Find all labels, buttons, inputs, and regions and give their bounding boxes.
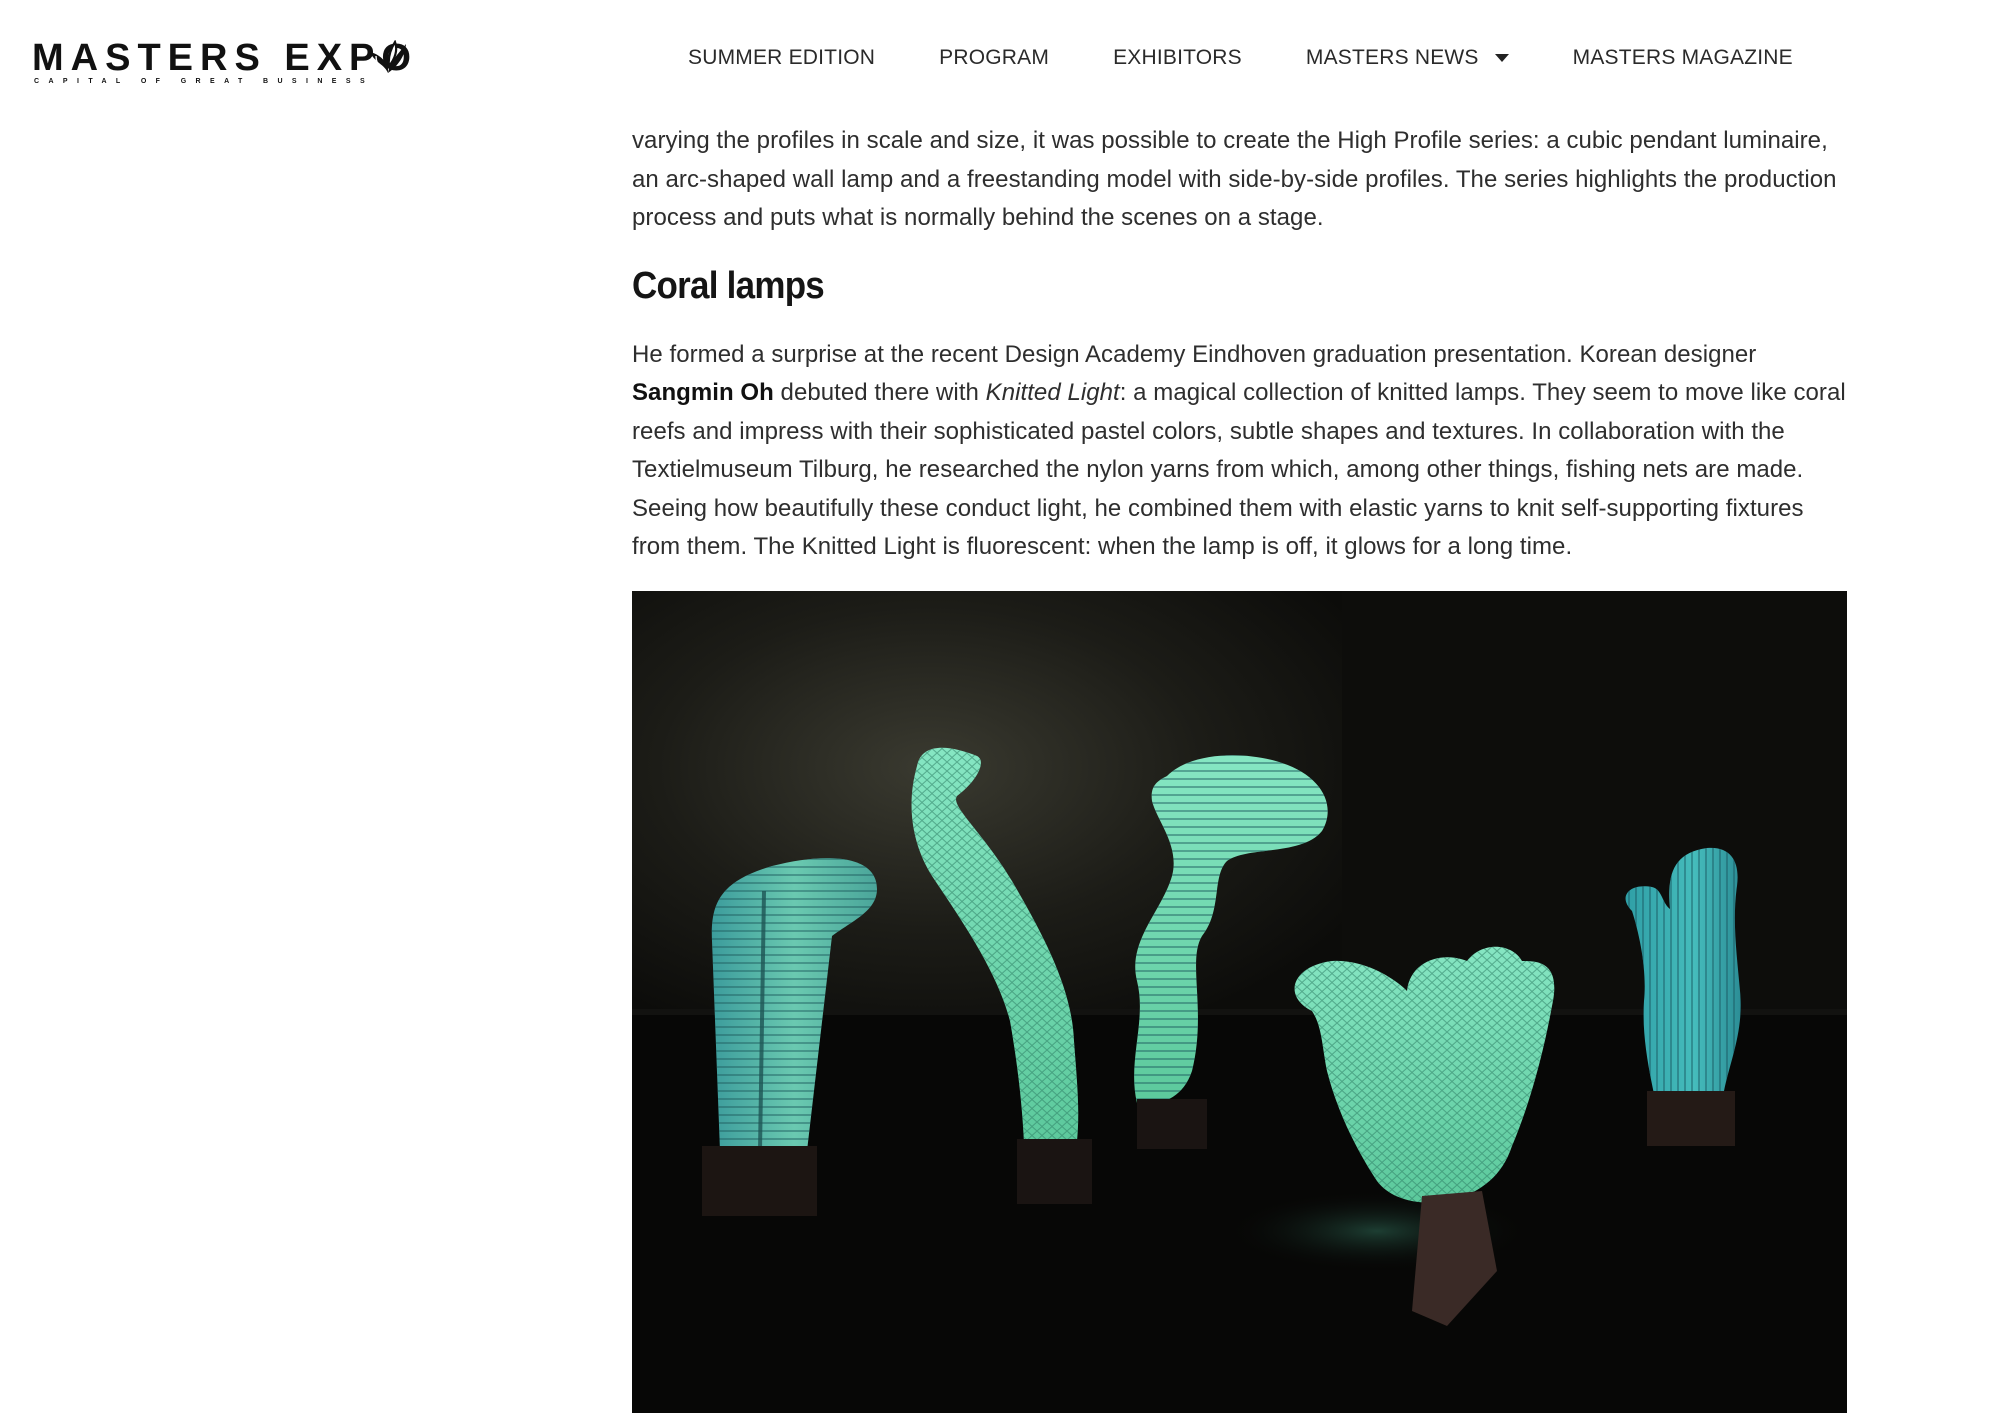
section-heading: Coral lamps: [632, 264, 825, 307]
body-paragraph: He formed a surprise at the recent Desig…: [632, 336, 1847, 567]
nav-summer-edition[interactable]: SUMMER EDITION: [688, 46, 875, 70]
site-header: MASTERS EXPO CAPITAL OF GREAT BUSINESS S…: [0, 0, 2000, 112]
nav-program[interactable]: PROGRAM: [939, 46, 1049, 70]
main-nav: SUMMER EDITION PROGRAM EXHIBITORS MASTER…: [688, 40, 1793, 76]
intro-paragraph: varying the profiles in scale and size, …: [632, 127, 1837, 231]
work-title: Knitted Light: [985, 379, 1120, 406]
nav-exhibitors-label: EXHIBITORS: [1113, 46, 1242, 69]
body-mid-text: debuted there with: [773, 379, 986, 406]
body-lead-text: He formed a surprise at the recent Desig…: [632, 340, 1757, 368]
nav-masters-magazine[interactable]: MASTERS MAGAZINE: [1573, 46, 1793, 70]
article-content: varying the profiles in scale and size, …: [632, 122, 1847, 1413]
leaf-icon: [370, 40, 406, 73]
knitted-lamps-photo: [632, 590, 1847, 1413]
caret-down-icon[interactable]: [1494, 54, 1509, 62]
site-logo-link[interactable]: MASTERS EXPO CAPITAL OF GREAT BUSINESS: [32, 36, 412, 88]
logo-wordmark: MASTERS EXPO: [32, 37, 418, 79]
page: MASTERS EXPO CAPITAL OF GREAT BUSINESS S…: [0, 0, 2000, 1413]
nav-exhibitors[interactable]: EXHIBITORS: [1113, 46, 1242, 70]
nav-masters-news-label: MASTERS NEWS: [1305, 46, 1479, 69]
nav-masters-magazine-label: MASTERS MAGAZINE: [1572, 46, 1793, 69]
nav-program-label: PROGRAM: [939, 46, 1050, 69]
logo-tagline: CAPITAL OF GREAT BUSINESS: [34, 78, 375, 85]
knitted-lamps-illustration: [632, 590, 1847, 1413]
designer-name: Sangmin Oh: [632, 379, 774, 406]
nav-masters-news[interactable]: MASTERS NEWS: [1306, 46, 1509, 70]
nav-summer-edition-label: SUMMER EDITION: [688, 46, 876, 69]
body-rest-text: : a magical collection of knitted lamps.…: [632, 379, 1846, 560]
